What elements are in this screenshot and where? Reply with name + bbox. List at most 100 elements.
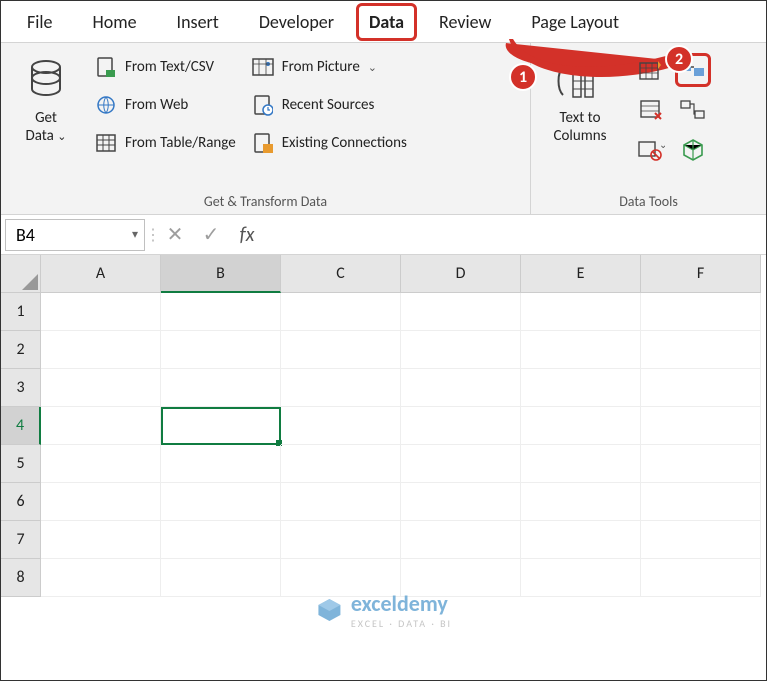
cell[interactable] (401, 445, 521, 483)
cell[interactable] (641, 369, 761, 407)
remove-duplicates-button[interactable] (633, 93, 669, 127)
cell[interactable] (281, 331, 401, 369)
cell[interactable] (41, 369, 161, 407)
fx-button[interactable]: fx (229, 219, 265, 251)
cell[interactable] (161, 293, 281, 331)
cell[interactable] (161, 445, 281, 483)
manage-data-model-button[interactable] (675, 133, 711, 167)
data-validation-button[interactable]: ⌄ (633, 133, 669, 167)
text-to-columns-label: Text to Columns (554, 109, 607, 145)
cell[interactable] (281, 483, 401, 521)
database-icon (26, 53, 66, 109)
row-header-4[interactable]: 4 (1, 407, 41, 445)
watermark: exceldemy EXCEL · DATA · BI (315, 590, 452, 630)
column-header-d[interactable]: D (401, 255, 521, 293)
from-table-range-button[interactable]: From Table/Range (95, 129, 236, 157)
column-header-f[interactable]: F (641, 255, 761, 293)
cell[interactable] (401, 407, 521, 445)
tab-home[interactable]: Home (75, 3, 155, 41)
from-table-range-label: From Table/Range (125, 134, 236, 152)
cell[interactable] (521, 445, 641, 483)
cell[interactable] (401, 369, 521, 407)
cell[interactable] (521, 369, 641, 407)
cancel-button[interactable]: ✕ (157, 219, 193, 251)
row-header-6[interactable]: 6 (1, 483, 41, 521)
ribbon-group-get-transform: Get Data ⌄ From Text/CSV From Web From T… (1, 43, 531, 214)
cell[interactable] (161, 521, 281, 559)
tab-file[interactable]: File (9, 3, 71, 41)
from-text-csv-label: From Text/CSV (125, 58, 214, 76)
annotation-badge-2: 2 (665, 45, 693, 73)
name-box[interactable]: B4 ▾ (5, 219, 145, 251)
cell-b4[interactable] (161, 407, 281, 445)
formula-input[interactable] (265, 219, 766, 251)
row-header-7[interactable]: 7 (1, 521, 41, 559)
column-header-a[interactable]: A (41, 255, 161, 293)
enter-button[interactable]: ✓ (193, 219, 229, 251)
cell[interactable] (281, 407, 401, 445)
cell[interactable] (161, 369, 281, 407)
cell[interactable] (521, 521, 641, 559)
cell[interactable] (641, 293, 761, 331)
tab-data[interactable]: Data (356, 3, 417, 41)
cell[interactable] (41, 293, 161, 331)
existing-connections-label: Existing Connections (282, 134, 407, 152)
row-header-1[interactable]: 1 (1, 293, 41, 331)
cell[interactable] (281, 293, 401, 331)
formula-bar: B4 ▾ ⋮ ✕ ✓ fx (1, 215, 766, 255)
column-header-b[interactable]: B (161, 255, 281, 293)
cell[interactable] (521, 559, 641, 597)
cell[interactable] (641, 521, 761, 559)
tab-developer[interactable]: Developer (241, 3, 352, 41)
column-header-e[interactable]: E (521, 255, 641, 293)
cell[interactable] (161, 483, 281, 521)
from-picture-button[interactable]: From Picture ⌄ (252, 53, 407, 81)
get-data-button[interactable]: Get Data ⌄ (13, 53, 79, 189)
cell[interactable] (641, 483, 761, 521)
cell[interactable] (641, 407, 761, 445)
cell[interactable] (521, 483, 641, 521)
row-header-2[interactable]: 2 (1, 331, 41, 369)
recent-sources-button[interactable]: Recent Sources (252, 91, 407, 119)
flash-fill-button[interactable] (633, 53, 669, 87)
from-web-button[interactable]: From Web (95, 91, 236, 119)
group-label-get-transform: Get & Transform Data (13, 189, 518, 210)
cell[interactable] (641, 559, 761, 597)
select-all-corner[interactable] (1, 255, 41, 293)
row-header-5[interactable]: 5 (1, 445, 41, 483)
worksheet-grid[interactable]: A B C D E F 1 2 3 4 5 6 7 8 (1, 255, 766, 597)
cell[interactable] (281, 445, 401, 483)
cell[interactable] (161, 331, 281, 369)
row-header-3[interactable]: 3 (1, 369, 41, 407)
cell[interactable] (641, 331, 761, 369)
cell[interactable] (41, 445, 161, 483)
cell[interactable] (521, 293, 641, 331)
cell[interactable] (281, 369, 401, 407)
tab-insert[interactable]: Insert (159, 3, 237, 41)
from-text-csv-button[interactable]: From Text/CSV (95, 53, 236, 81)
cell[interactable] (161, 559, 281, 597)
existing-connections-button[interactable]: Existing Connections (252, 129, 407, 157)
cell[interactable] (41, 521, 161, 559)
cell[interactable] (41, 331, 161, 369)
tab-page-layout[interactable]: Page Layout (513, 3, 637, 41)
cell[interactable] (41, 483, 161, 521)
row-header-8[interactable]: 8 (1, 559, 41, 597)
cell[interactable] (521, 331, 641, 369)
cell[interactable] (401, 331, 521, 369)
cell[interactable] (521, 407, 641, 445)
svg-text:⌄: ⌄ (659, 139, 665, 151)
cell[interactable] (41, 407, 161, 445)
cell[interactable] (281, 521, 401, 559)
cell[interactable] (41, 559, 161, 597)
relationships-button[interactable] (675, 93, 711, 127)
cell[interactable] (401, 293, 521, 331)
cell[interactable] (641, 445, 761, 483)
cell[interactable] (401, 483, 521, 521)
get-data-label: Get Data ⌄ (26, 109, 67, 145)
name-box-value: B4 (16, 224, 35, 246)
cell[interactable] (401, 521, 521, 559)
tab-review[interactable]: Review (421, 3, 509, 41)
chevron-down-icon: ⌄ (368, 61, 377, 74)
column-header-c[interactable]: C (281, 255, 401, 293)
